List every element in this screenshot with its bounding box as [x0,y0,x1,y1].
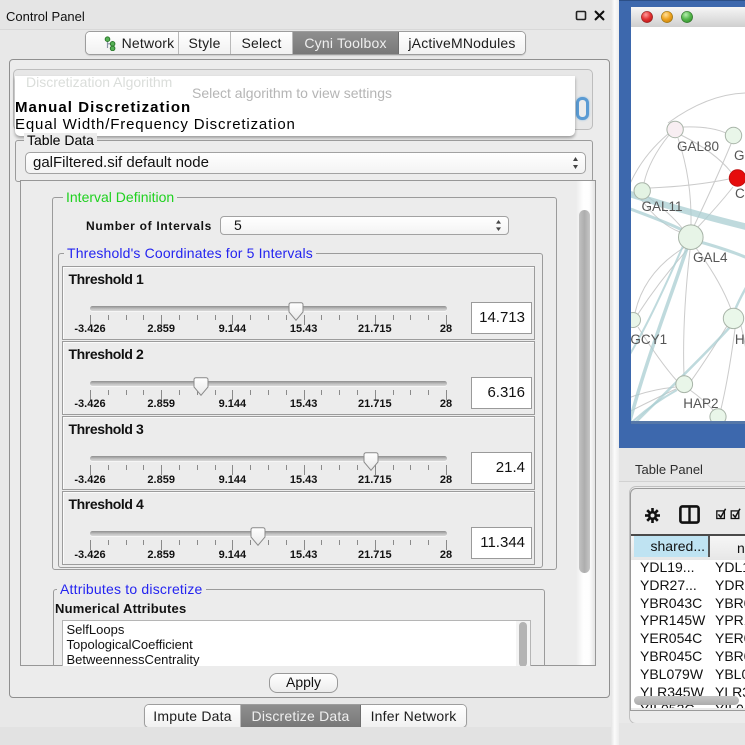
svg-text:GAL4: GAL4 [693,250,728,265]
svg-text:HAP2: HAP2 [683,396,718,411]
svg-text:H: H [735,332,745,347]
svg-text:C: C [735,186,745,201]
svg-text:GAL11: GAL11 [642,199,683,214]
svg-text:GAL80: GAL80 [677,139,719,154]
svg-text:GCY1: GCY1 [631,332,667,347]
svg-text:G.: G. [734,148,745,163]
